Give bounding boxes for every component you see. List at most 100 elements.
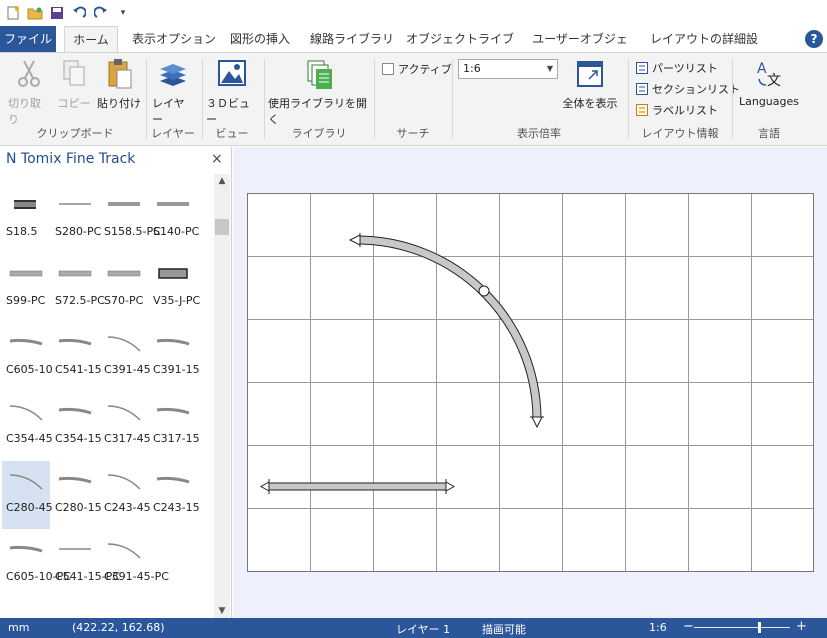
languages-button[interactable]: A 文 Languages xyxy=(736,57,802,108)
tab-layout-details[interactable]: レイアウトの詳細設定 xyxy=(646,26,762,72)
part-item-s158.5-pc[interactable]: S158.5-PC xyxy=(100,185,161,253)
part-item-s280-pc[interactable]: S280-PC xyxy=(51,185,101,253)
part-item-c280-45[interactable]: C280-45 xyxy=(2,461,53,529)
track-part-icon xyxy=(9,474,43,490)
track-part-icon xyxy=(108,202,140,206)
part-item-c391-45-pc[interactable]: C391-45-PC xyxy=(100,530,169,598)
track-part-icon xyxy=(59,203,91,205)
languages-label: Languages xyxy=(738,95,800,108)
separator xyxy=(452,59,453,139)
undo-icon[interactable] xyxy=(70,4,88,22)
track-end-arrow[interactable] xyxy=(531,416,543,429)
part-item-s70-pc[interactable]: S70-PC xyxy=(100,254,148,322)
group-label-library: ライブラリ xyxy=(291,127,347,140)
save-icon[interactable] xyxy=(48,4,66,22)
part-item-c317-45[interactable]: C317-45 xyxy=(100,392,151,460)
zoom-slider-thumb[interactable] xyxy=(758,622,761,633)
group-label-clipboard: クリップボード xyxy=(36,127,114,140)
copy-button[interactable]: コピー xyxy=(56,57,92,111)
checkbox-box[interactable] xyxy=(382,63,394,75)
part-item-s99-pc[interactable]: S99-PC xyxy=(2,254,50,322)
part-item-c280-15[interactable]: C280-15 xyxy=(51,461,102,529)
parts-list-label: パーツリスト xyxy=(652,62,718,75)
active-search-checkbox[interactable]: アクティブ xyxy=(382,61,452,77)
separator xyxy=(264,59,265,139)
landscape-image-icon xyxy=(218,60,246,86)
track-joint[interactable] xyxy=(478,285,490,297)
curved-track[interactable] xyxy=(348,233,544,429)
panel-scrollbar[interactable]: ▲ ▼ xyxy=(214,174,230,618)
group-label-zoom: 表示倍率 xyxy=(517,127,561,140)
translate-icon: A 文 xyxy=(757,61,781,89)
tab-user-object[interactable]: ユーザーオブジェクト xyxy=(528,26,632,72)
part-item-s140-pc[interactable]: S140-PC xyxy=(149,185,199,253)
part-item-c605-10-pc[interactable]: C605-10-PC xyxy=(2,530,71,598)
part-item-s18.5[interactable]: S18.5 xyxy=(2,185,50,253)
zoom-slider[interactable] xyxy=(694,627,790,628)
paste-button[interactable]: 貼り付け xyxy=(96,57,142,111)
tab-insert-shape[interactable]: 図形の挿入 xyxy=(224,26,296,52)
part-item-c317-15[interactable]: C317-15 xyxy=(149,392,200,460)
track-part-icon xyxy=(107,270,141,277)
3d-view-button[interactable]: ３Ｄビュー xyxy=(206,57,258,127)
label-list-button[interactable]: ラベルリスト xyxy=(636,102,718,118)
part-item-s72.5-pc[interactable]: S72.5-PC xyxy=(51,254,105,322)
group-label-search: サーチ xyxy=(396,127,430,140)
tab-home[interactable]: ホーム xyxy=(64,26,118,53)
part-label: S99-PC xyxy=(6,294,46,307)
tab-file[interactable]: ファイル xyxy=(0,26,56,52)
tab-track-library[interactable]: 線路ライブラリ xyxy=(310,26,394,52)
straight-track[interactable] xyxy=(259,479,456,494)
part-label: C243-45 xyxy=(104,501,151,514)
fit-window-icon xyxy=(577,61,603,87)
parts-library-panel: N Tomix Fine Track × S18.5 S280-PC S158.5-… xyxy=(0,147,232,618)
label-list-label: ラベルリスト xyxy=(652,104,718,117)
zoom-in-button[interactable]: + xyxy=(796,619,807,634)
part-item-v35-j-pc[interactable]: V35-J-PC xyxy=(149,254,200,322)
layer-button[interactable]: レイヤー xyxy=(152,57,194,127)
part-item-c391-45[interactable]: C391-45 xyxy=(100,323,151,391)
zoom-select[interactable]: 1:6 ▼ xyxy=(458,59,558,79)
part-item-c391-15[interactable]: C391-15 xyxy=(149,323,200,391)
open-folder-icon[interactable] xyxy=(26,4,44,22)
track-part-icon xyxy=(14,200,36,209)
part-item-c243-45[interactable]: C243-45 xyxy=(100,461,151,529)
zoom-out-button[interactable]: − xyxy=(683,619,694,634)
track-end-arrow[interactable] xyxy=(259,481,270,492)
zoom-select-value: 1:6 xyxy=(463,62,481,75)
part-item-c354-45[interactable]: C354-45 xyxy=(2,392,53,460)
cut-button[interactable]: 切り取り xyxy=(8,57,50,127)
part-item-c541-15-pc[interactable]: C541-15-PC xyxy=(51,530,120,598)
scissors-icon xyxy=(18,60,40,87)
part-item-c243-15[interactable]: C243-15 xyxy=(149,461,200,529)
separator xyxy=(628,59,629,139)
scroll-thumb[interactable] xyxy=(215,219,229,235)
track-part-icon xyxy=(9,270,43,277)
part-item-c541-15[interactable]: C541-15 xyxy=(51,323,102,391)
new-file-icon[interactable] xyxy=(4,4,22,22)
track-part-icon xyxy=(9,405,43,421)
section-list-icon xyxy=(636,83,648,95)
panel-title: N Tomix Fine Track xyxy=(6,151,136,167)
tab-display-options[interactable]: 表示オプション xyxy=(128,26,220,52)
scroll-down-icon[interactable]: ▼ xyxy=(214,604,230,618)
help-icon[interactable]: ? xyxy=(805,30,823,48)
separator xyxy=(202,59,203,139)
ribbon-tab-bar: ファイル ホーム 表示オプション 図形の挿入 線路ライブラリ オブジェクトライブ… xyxy=(0,26,827,72)
part-item-c605-10[interactable]: C605-10 xyxy=(2,323,53,391)
track-end-arrow[interactable] xyxy=(348,234,361,246)
section-list-button[interactable]: セクションリスト xyxy=(636,81,740,97)
open-library-button[interactable]: 使用ライブラリを開く xyxy=(268,57,370,127)
customize-toolbar-icon[interactable]: ▾ xyxy=(114,4,132,22)
parts-list-button[interactable]: パーツリスト xyxy=(636,60,718,76)
track-end-arrow[interactable] xyxy=(445,481,456,492)
part-label: C391-45 xyxy=(104,363,151,376)
fit-all-button[interactable]: 全体を表示 xyxy=(560,57,620,111)
group-label-layout-info: レイアウト情報 xyxy=(641,127,719,140)
redo-icon[interactable] xyxy=(92,4,110,22)
tab-object-library[interactable]: オブジェクトライブラリ xyxy=(405,26,515,72)
part-item-c354-15[interactable]: C354-15 xyxy=(51,392,102,460)
close-icon[interactable]: × xyxy=(211,151,223,167)
scroll-up-icon[interactable]: ▲ xyxy=(214,174,230,188)
track-part-icon xyxy=(58,476,92,484)
